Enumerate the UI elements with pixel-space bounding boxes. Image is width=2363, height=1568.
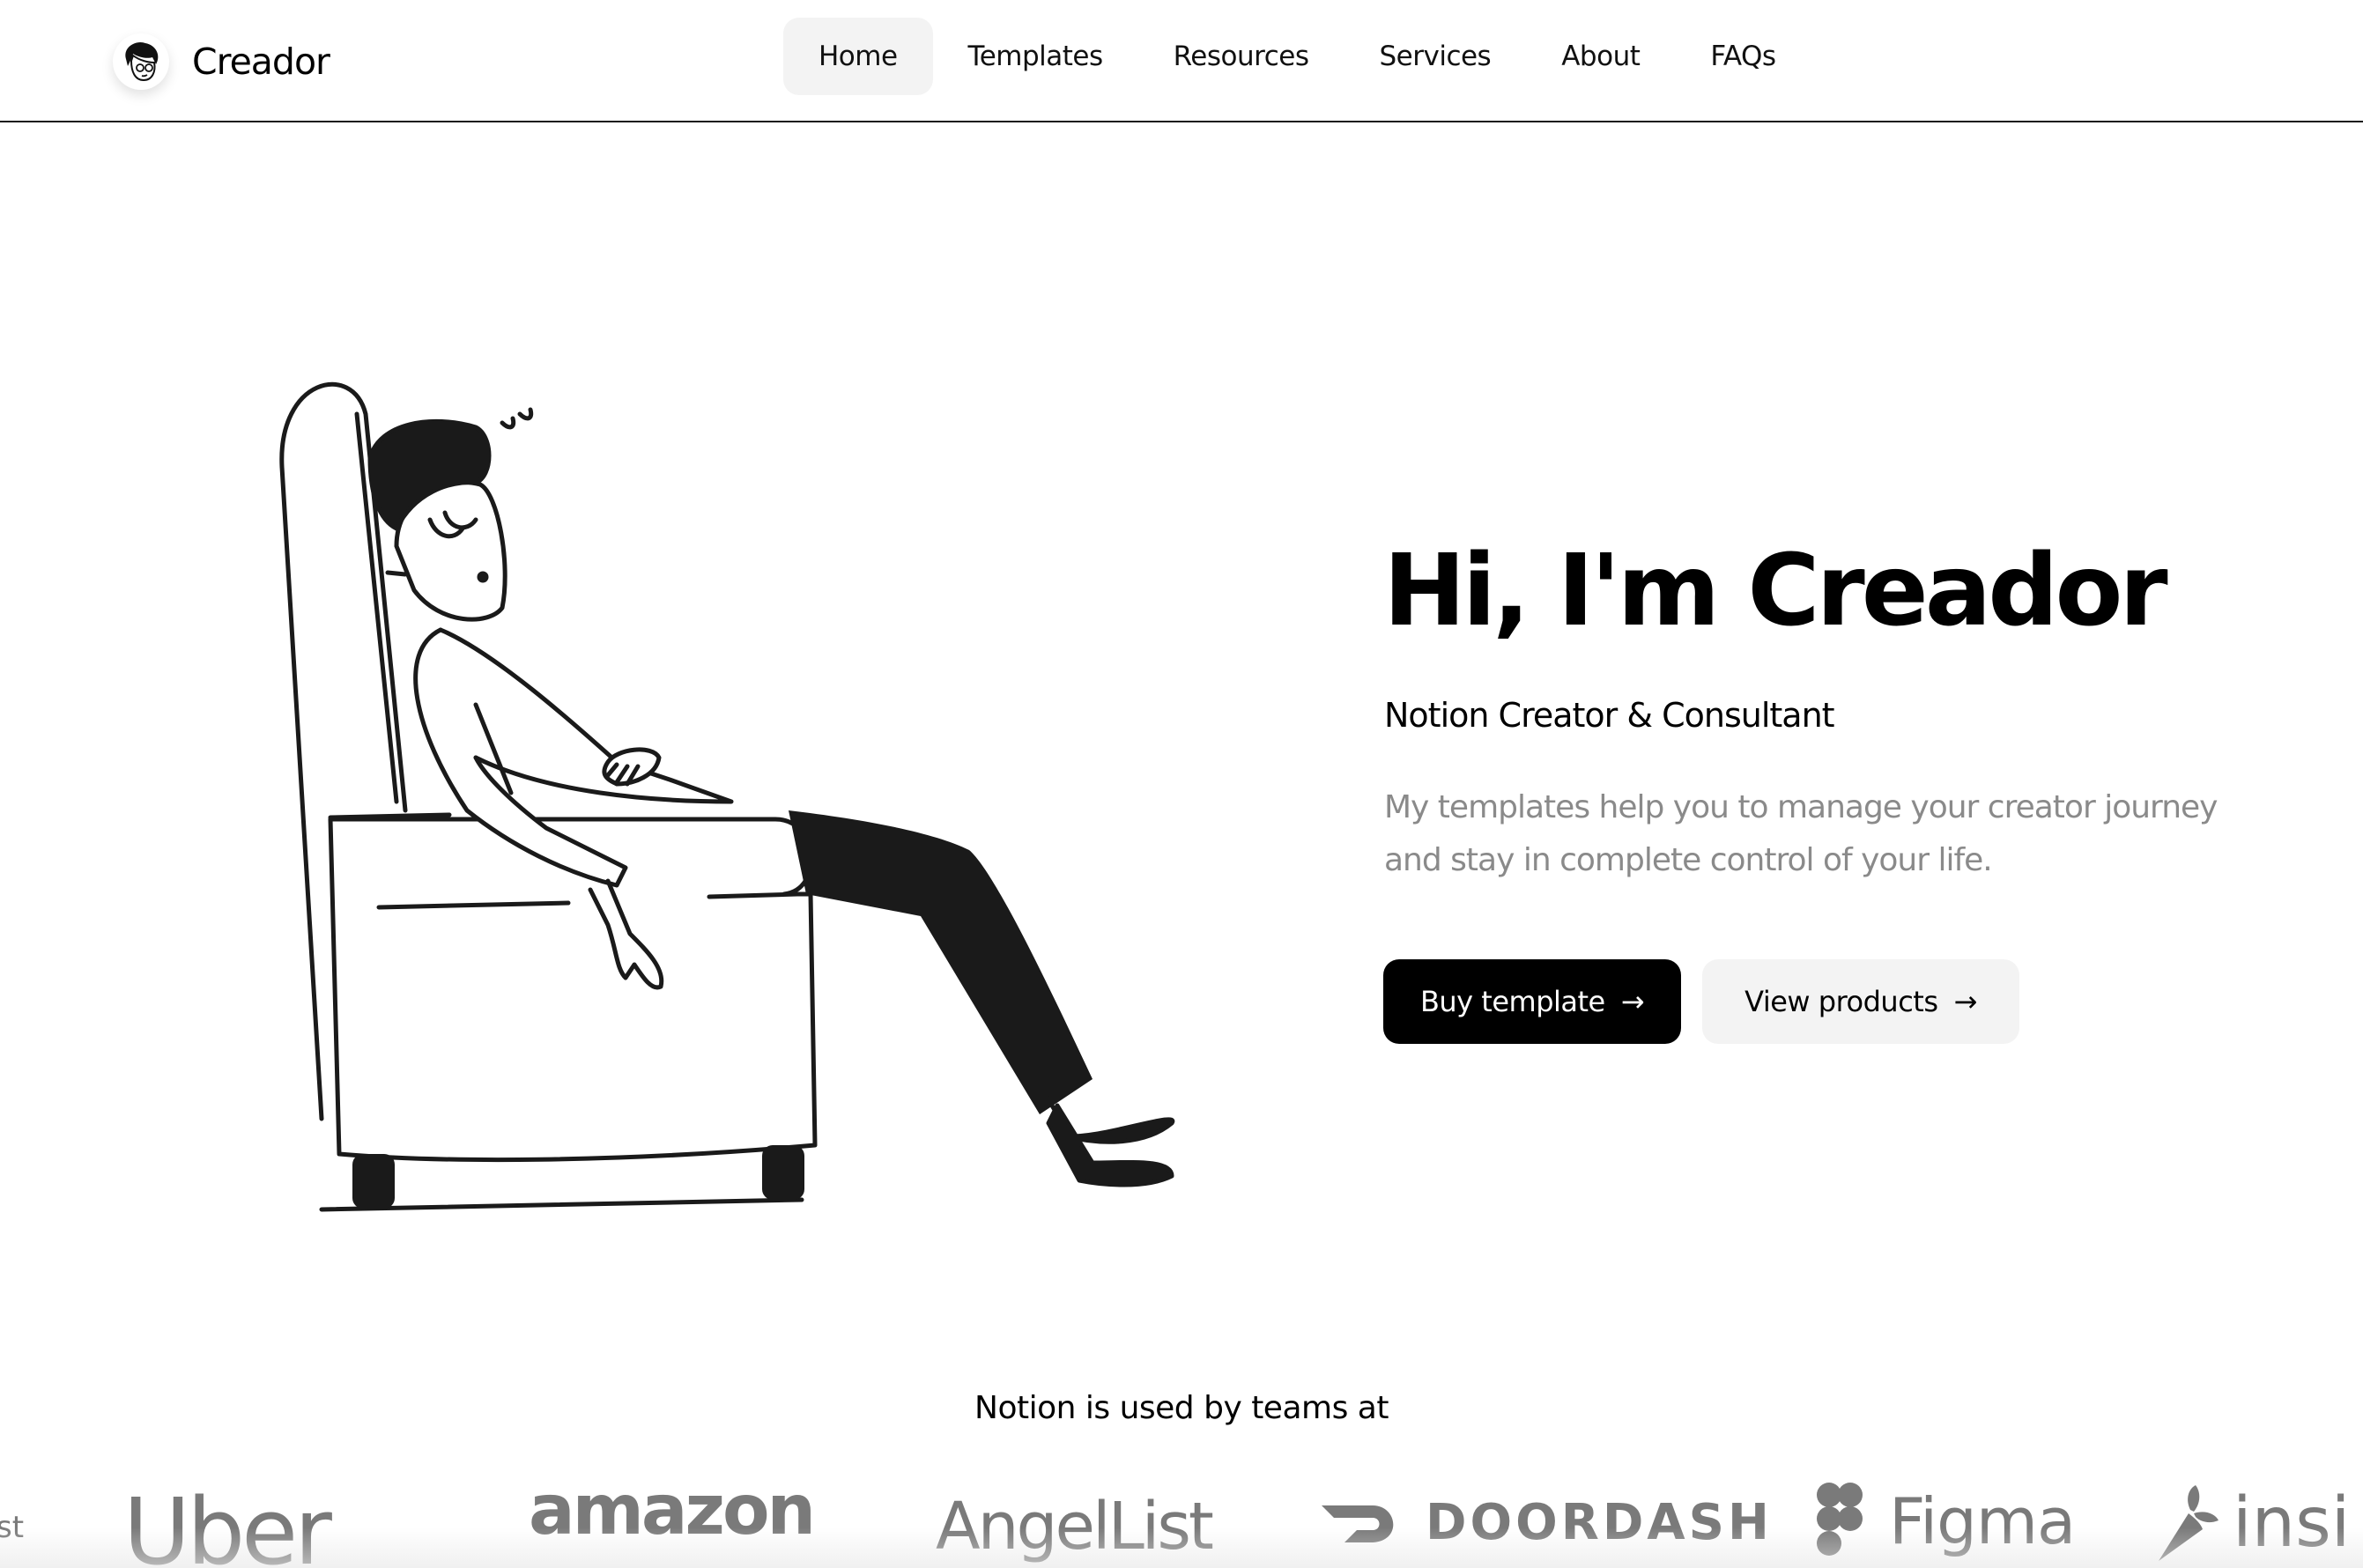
logo-partial-left: st: [0, 1510, 25, 1545]
logo-doordash: DOORDASH: [1318, 1494, 1773, 1551]
hero-description: My templates help you to manage your cre…: [1384, 789, 2218, 878]
buy-template-label: Buy template: [1419, 985, 1605, 1018]
nav-item-about[interactable]: About: [1526, 18, 1675, 95]
hero-subtitle: Notion Creator & Consultant: [1384, 696, 1835, 735]
brand-name: Creador: [192, 41, 330, 83]
arrow-right-icon: →: [1953, 985, 1978, 1018]
brand-link[interactable]: Creador: [113, 33, 330, 90]
nav-item-home[interactable]: Home: [783, 18, 933, 95]
view-products-label: View products: [1744, 985, 1938, 1018]
nav-item-services[interactable]: Services: [1344, 18, 1526, 95]
arrow-right-icon: →: [1620, 985, 1645, 1018]
logo-instacart-partial: insi: [2150, 1483, 2350, 1563]
figma-icon: [1817, 1483, 1863, 1556]
man-sleeping-in-armchair-illustration: [279, 381, 1175, 1212]
view-products-button[interactable]: View products →: [1702, 959, 2019, 1044]
hero-illustration: [264, 352, 1189, 1233]
logo-figma: Figma: [1813, 1482, 2076, 1561]
nav-item-resources[interactable]: Resources: [1138, 18, 1344, 95]
brand-avatar-icon: [113, 33, 169, 90]
carrot-icon: [2159, 1485, 2219, 1561]
trusted-by-label: Notion is used by teams at: [974, 1390, 1389, 1426]
site-header: Creador Home Templates Resources Service…: [0, 0, 2363, 122]
nav-item-faqs[interactable]: FAQs: [1675, 18, 1811, 95]
logo-strip: st Uber amazon AngelList DOORDASH Figma …: [0, 1471, 2363, 1568]
nav-item-templates[interactable]: Templates: [933, 18, 1138, 95]
doordash-icon: [1322, 1505, 1394, 1542]
buy-template-button[interactable]: Buy template →: [1383, 959, 1681, 1044]
logo-uber: Uber: [123, 1478, 332, 1568]
hero-title: Hi, I'm Creador: [1383, 534, 2168, 648]
main-nav: Home Templates Resources Services About …: [783, 18, 1811, 95]
logo-angellist: AngelList: [936, 1489, 1214, 1564]
logo-amazon: amazon: [529, 1471, 816, 1550]
